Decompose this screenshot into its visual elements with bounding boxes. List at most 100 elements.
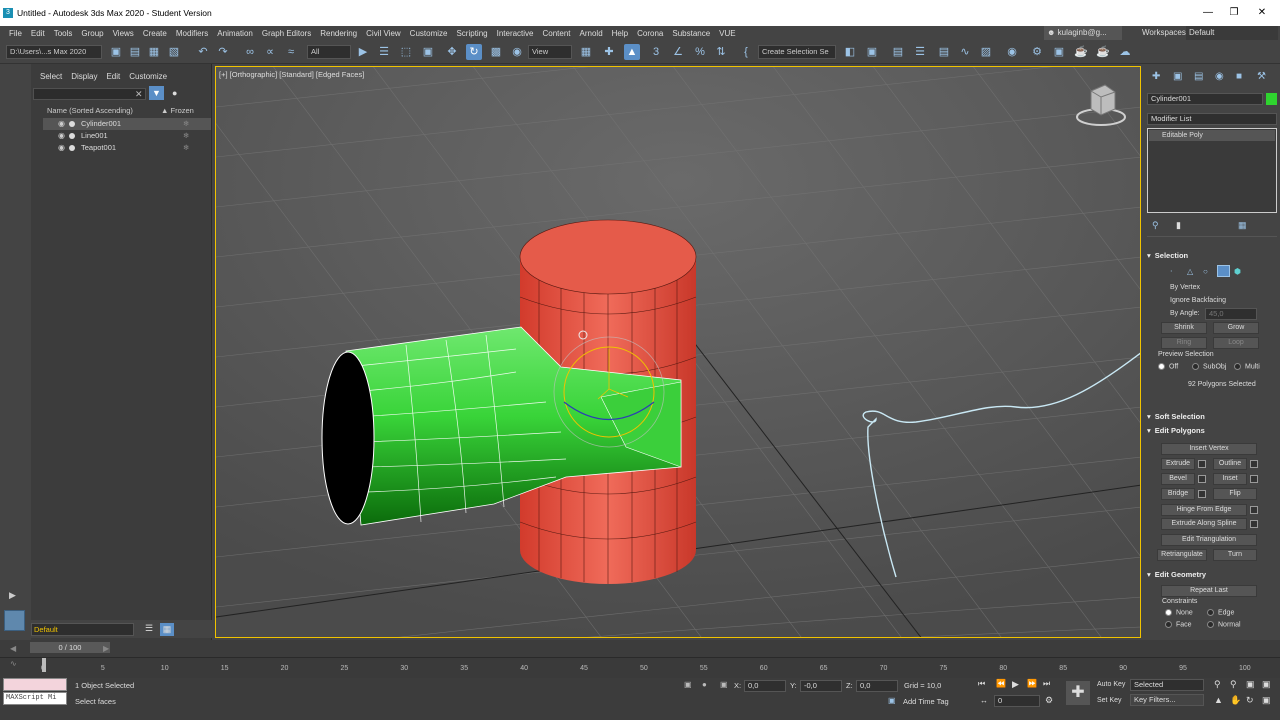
- layer-sort-icon[interactable]: ▦: [160, 623, 174, 636]
- select-link-icon[interactable]: ∞: [242, 44, 258, 60]
- menu-civil-view[interactable]: Civil View: [366, 29, 401, 38]
- visibility-eye-icon[interactable]: ◉: [58, 130, 65, 142]
- menu-modifiers[interactable]: Modifiers: [176, 29, 208, 38]
- time-slider[interactable]: 0 / 100: [30, 642, 110, 653]
- turn-button[interactable]: Turn: [1213, 549, 1257, 561]
- viewport-canvas[interactable]: [216, 67, 1141, 638]
- edit-triangulation-button[interactable]: Edit Triangulation: [1161, 534, 1257, 546]
- zoom-extents-all-icon[interactable]: ▣: [1262, 679, 1271, 690]
- filter-icon[interactable]: ▼: [149, 86, 164, 100]
- display-tab-icon[interactable]: ■: [1236, 71, 1242, 82]
- rotate-icon[interactable]: ↻: [466, 44, 482, 60]
- scene-row-teapot001[interactable]: ◉ Teapot001 ❄: [43, 142, 211, 154]
- move-icon[interactable]: ✥: [444, 44, 460, 60]
- loop-button[interactable]: Loop: [1213, 337, 1259, 349]
- align-icon[interactable]: ▣: [864, 44, 880, 60]
- element-mode-icon[interactable]: ⬢: [1234, 267, 1241, 276]
- render-production-icon[interactable]: ☕: [1073, 44, 1089, 60]
- undo-icon[interactable]: ↶: [195, 44, 211, 60]
- add-time-tag-button[interactable]: Add Time Tag: [903, 697, 949, 706]
- menu-views[interactable]: Views: [113, 29, 134, 38]
- configure-sets-icon[interactable]: ▦: [1238, 220, 1247, 231]
- schematic-view-icon[interactable]: ▨: [978, 44, 994, 60]
- key-mode-icon[interactable]: ↔: [980, 696, 988, 705]
- frozen-snowflake-icon[interactable]: ❄: [183, 118, 189, 130]
- frozen-column-header[interactable]: ▲ Frozen: [161, 106, 194, 115]
- expand-arrow-icon[interactable]: ▶: [7, 590, 18, 601]
- scene-search-input[interactable]: [33, 88, 146, 100]
- bridge-button[interactable]: Bridge: [1161, 488, 1195, 500]
- frozen-snowflake-icon[interactable]: ❄: [183, 142, 189, 154]
- viewport-label[interactable]: [+] [Orthographic] [Standard] [Edged Fac…: [219, 70, 364, 79]
- render-iterative-icon[interactable]: ☕: [1095, 44, 1111, 60]
- redo-icon[interactable]: ↷: [215, 44, 231, 60]
- menu-rendering[interactable]: Rendering: [320, 29, 357, 38]
- link-icon[interactable]: ▣: [108, 44, 124, 60]
- modifier-list-dropdown[interactable]: Modifier List: [1147, 113, 1277, 125]
- time-tag-icon[interactable]: ▣: [888, 696, 896, 705]
- zoom-extents-icon[interactable]: ▣: [1246, 679, 1255, 690]
- tab-edit[interactable]: Edit: [106, 72, 120, 81]
- soft-selection-rollout-header[interactable]: Soft Selection: [1147, 412, 1277, 421]
- name-column-header[interactable]: Name (Sorted Ascending): [47, 106, 133, 115]
- retriangulate-button[interactable]: Retriangulate: [1157, 549, 1207, 561]
- set-key-button[interactable]: Set Key: [1097, 697, 1122, 704]
- preview-off-radio[interactable]: Off: [1158, 363, 1178, 370]
- percent-snap-icon[interactable]: %: [692, 44, 708, 60]
- menu-interactive[interactable]: Interactive: [497, 29, 534, 38]
- layer-dropdown[interactable]: Default: [31, 623, 134, 636]
- curve-editor-mini-icon[interactable]: ∿: [10, 659, 17, 668]
- material-editor-icon[interactable]: ◉: [1004, 44, 1020, 60]
- curve-editor-icon[interactable]: ∿: [957, 44, 973, 60]
- repeat-last-button[interactable]: Repeat Last: [1161, 585, 1257, 597]
- edge-mode-icon[interactable]: △: [1187, 267, 1193, 276]
- preview-multi-radio[interactable]: Multi: [1234, 363, 1260, 370]
- inset-button[interactable]: Inset: [1213, 473, 1247, 485]
- snaps-toggle-icon[interactable]: 3: [648, 44, 664, 60]
- ignore-backfacing-checkbox[interactable]: Ignore Backfacing: [1170, 297, 1226, 304]
- extrude-along-spline-button[interactable]: Extrude Along Spline: [1161, 518, 1247, 530]
- menu-help[interactable]: Help: [612, 29, 628, 38]
- motion-tab-icon[interactable]: ◉: [1215, 71, 1224, 82]
- bridge-settings-icon[interactable]: [1198, 490, 1206, 498]
- perspective-viewport[interactable]: [+] [Orthographic] [Standard] [Edged Fac…: [215, 66, 1141, 638]
- selection-rollout-header[interactable]: Selection: [1147, 251, 1277, 260]
- bind-spacewarp-icon[interactable]: ▧: [166, 44, 182, 60]
- account-dropdown[interactable]: ☻ kulaginb@g...: [1044, 26, 1122, 40]
- menu-file[interactable]: File: [9, 29, 22, 38]
- ring-button[interactable]: Ring: [1161, 337, 1207, 349]
- maximize-viewport-icon[interactable]: ▣: [1262, 695, 1271, 706]
- extrude-spline-settings-icon[interactable]: [1250, 520, 1258, 528]
- outline-button[interactable]: Outline: [1213, 458, 1247, 470]
- pin-stack-icon[interactable]: ⚲: [1152, 220, 1159, 231]
- menu-graph-editors[interactable]: Graph Editors: [262, 29, 311, 38]
- scene-explorer-icon[interactable]: ☰: [912, 44, 928, 60]
- selection-filter-dropdown[interactable]: All: [307, 45, 351, 59]
- time-config-icon[interactable]: ◀: [10, 644, 16, 653]
- extrude-button[interactable]: Extrude: [1161, 458, 1195, 470]
- by-angle-checkbox[interactable]: By Angle:: [1170, 310, 1200, 317]
- maxscript-listener-pink[interactable]: [3, 678, 67, 691]
- visibility-eye-icon[interactable]: ◉: [58, 142, 65, 154]
- time-config-gear-icon[interactable]: ⚙: [1045, 695, 1053, 706]
- by-vertex-checkbox[interactable]: By Vertex: [1170, 284, 1200, 291]
- menu-arnold[interactable]: Arnold: [580, 29, 603, 38]
- menu-scripting[interactable]: Scripting: [456, 29, 487, 38]
- hinge-settings-icon[interactable]: [1250, 506, 1258, 514]
- menu-substance[interactable]: Substance: [672, 29, 710, 38]
- y-coordinate-field[interactable]: -0,0: [800, 680, 842, 692]
- object-name-field[interactable]: Cylinder001: [1147, 93, 1263, 105]
- hierarchy-tab-icon[interactable]: ▤: [1194, 71, 1203, 82]
- close-icon[interactable]: ✕: [1244, 0, 1280, 26]
- menu-edit[interactable]: Edit: [31, 29, 45, 38]
- rect-selection-icon[interactable]: ⬚: [398, 44, 414, 60]
- select-manipulate-icon[interactable]: ✚: [601, 44, 617, 60]
- vertex-mode-icon[interactable]: ⋅: [1170, 267, 1173, 276]
- goto-end-icon[interactable]: ⏭: [1043, 679, 1050, 689]
- zoom-icon[interactable]: ⚲: [1214, 679, 1221, 690]
- preview-subobj-radio[interactable]: SubObj: [1192, 363, 1226, 370]
- select-object-icon[interactable]: ▶: [355, 44, 371, 60]
- outline-settings-icon[interactable]: [1250, 460, 1258, 468]
- bevel-button[interactable]: Bevel: [1161, 473, 1195, 485]
- isolate-selection-icon[interactable]: ▣: [684, 680, 692, 689]
